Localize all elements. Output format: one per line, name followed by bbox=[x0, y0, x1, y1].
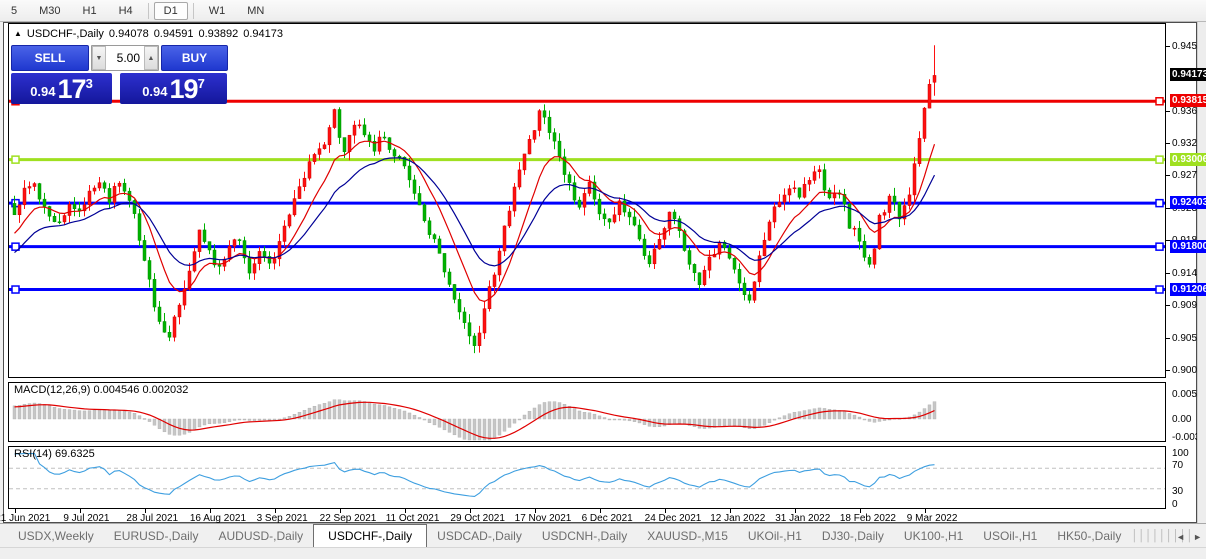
sell-price-prefix: 0.94 bbox=[30, 82, 55, 102]
tab-dj30-daily[interactable]: DJ30-,Daily bbox=[812, 526, 894, 547]
chart-symbol-period: USDCHF-,Daily bbox=[27, 28, 104, 40]
ohlc-high: 0.94591 bbox=[154, 28, 194, 40]
toolbar-separator bbox=[193, 3, 194, 19]
tab-hk50-daily[interactable]: HK50-,Daily bbox=[1047, 526, 1131, 547]
tab-usdcnh-daily[interactable]: USDCNH-,Daily bbox=[532, 526, 637, 547]
timeframe-button-5[interactable]: 5 bbox=[1, 2, 27, 20]
rsi-axis-label: 70 bbox=[1172, 460, 1183, 471]
tab-separator: │ bbox=[1152, 530, 1159, 547]
date-axis[interactable]: 21 Jun 20219 Jul 202128 Jul 202116 Aug 2… bbox=[8, 509, 1166, 524]
timeframe-button-m30[interactable]: M30 bbox=[29, 2, 70, 20]
sell-button[interactable]: SELL bbox=[11, 45, 89, 71]
tab-uk100-h1[interactable]: UK100-,H1 bbox=[894, 526, 973, 547]
price-tick bbox=[1165, 338, 1170, 339]
chart-window: ▲ USDCHF-,Daily 0.94078 0.94591 0.93892 … bbox=[3, 22, 1197, 523]
status-bar bbox=[0, 547, 1206, 559]
tab-separator: │ bbox=[1131, 530, 1138, 547]
ohlc-close: 0.94173 bbox=[243, 28, 283, 40]
rsi-axis-label: 0 bbox=[1172, 499, 1178, 510]
timeframe-button-d1[interactable]: D1 bbox=[154, 2, 188, 20]
volume-control: ▼ ▲ bbox=[91, 45, 159, 71]
rsi-caption: RSI(14) 69.6325 bbox=[14, 448, 95, 460]
sell-price-box[interactable]: 0.94 17 3 bbox=[11, 73, 112, 104]
tab-eurusd-daily[interactable]: EURUSD-,Daily bbox=[104, 526, 209, 547]
tab-separator: │ bbox=[1138, 530, 1145, 547]
timeframe-button-h4[interactable]: H4 bbox=[109, 2, 143, 20]
buy-price-pip: 7 bbox=[198, 76, 205, 91]
buy-price-box[interactable]: 0.94 19 7 bbox=[120, 73, 227, 104]
ohlc-low: 0.93892 bbox=[198, 28, 238, 40]
tab-usoil-h1[interactable]: USOil-,H1 bbox=[973, 526, 1047, 547]
tab-usdchf-daily[interactable]: USDCHF-,Daily bbox=[313, 524, 427, 548]
tab-separator: │ bbox=[1159, 530, 1166, 547]
ohlc-open: 0.94078 bbox=[109, 28, 149, 40]
buy-button[interactable]: BUY bbox=[161, 45, 228, 71]
hline-price-badge: 0.93815 bbox=[1170, 94, 1206, 107]
buy-price-prefix: 0.94 bbox=[142, 82, 167, 102]
hline-price-badge: 0.92403 bbox=[1170, 196, 1206, 209]
tab-xauusd-m15[interactable]: XAUUSD-,M15 bbox=[637, 526, 738, 547]
tab-usdx-weekly[interactable]: USDX,Weekly bbox=[8, 526, 104, 547]
hline-price-badge: 0.93006 bbox=[1170, 153, 1206, 166]
tab-usdcad-daily[interactable]: USDCAD-,Daily bbox=[427, 526, 532, 547]
chart-header: ▲ USDCHF-,Daily 0.94078 0.94591 0.93892 … bbox=[14, 28, 283, 40]
chart-tab-bar: USDX,WeeklyEURUSD-,DailyAUDUSD-,DailyUSD… bbox=[0, 523, 1206, 547]
volume-input[interactable] bbox=[106, 46, 144, 70]
volume-increase-button[interactable]: ▲ bbox=[144, 46, 158, 70]
timeframe-toolbar: 5M30H1H4 D1 W1MN bbox=[0, 0, 1206, 22]
rsi-panel[interactable] bbox=[8, 446, 1166, 509]
volume-decrease-button[interactable]: ▼ bbox=[92, 46, 106, 70]
macd-axis-label: 0.00 bbox=[1172, 414, 1191, 425]
sell-price-main: 17 bbox=[58, 76, 86, 102]
price-tick bbox=[1165, 305, 1170, 306]
current-price-badge: 0.94173 bbox=[1170, 68, 1206, 81]
tab-separator: │ bbox=[1166, 530, 1173, 547]
price-tick bbox=[1165, 143, 1170, 144]
price-tick bbox=[1165, 370, 1170, 371]
hline-price-badge: 0.91800 bbox=[1170, 240, 1206, 253]
price-tick bbox=[1165, 111, 1170, 112]
timeframe-button-h1[interactable]: H1 bbox=[73, 2, 107, 20]
one-click-trading-panel: SELL ▼ ▲ BUY 0.94 17 3 0.94 19 7 bbox=[11, 45, 227, 105]
hline-price-badge: 0.91206 bbox=[1170, 283, 1206, 296]
timeframe-button-mn[interactable]: MN bbox=[237, 2, 274, 20]
rsi-axis-label: 100 bbox=[1172, 448, 1189, 459]
tab-scroll-right-icon[interactable]: ► bbox=[1193, 532, 1202, 542]
collapse-triangle-icon[interactable]: ▲ bbox=[14, 29, 22, 38]
tab-separator: │ bbox=[1145, 530, 1152, 547]
sell-price-pip: 3 bbox=[86, 76, 93, 91]
tab-ukoil-h1[interactable]: UKOil-,H1 bbox=[738, 526, 812, 547]
buy-price-main: 19 bbox=[170, 76, 198, 102]
rsi-axis-label: 30 bbox=[1172, 486, 1183, 497]
price-tick bbox=[1165, 273, 1170, 274]
toolbar-separator bbox=[148, 3, 149, 19]
macd-caption: MACD(12,26,9) 0.004546 0.002032 bbox=[14, 384, 188, 396]
timeframe-button-w1[interactable]: W1 bbox=[199, 2, 236, 20]
tab-audusd-daily[interactable]: AUDUSD-,Daily bbox=[208, 526, 313, 547]
tab-scroll-left-icon[interactable]: ◄ bbox=[1176, 532, 1185, 542]
price-tick bbox=[1165, 46, 1170, 47]
price-tick bbox=[1165, 175, 1170, 176]
